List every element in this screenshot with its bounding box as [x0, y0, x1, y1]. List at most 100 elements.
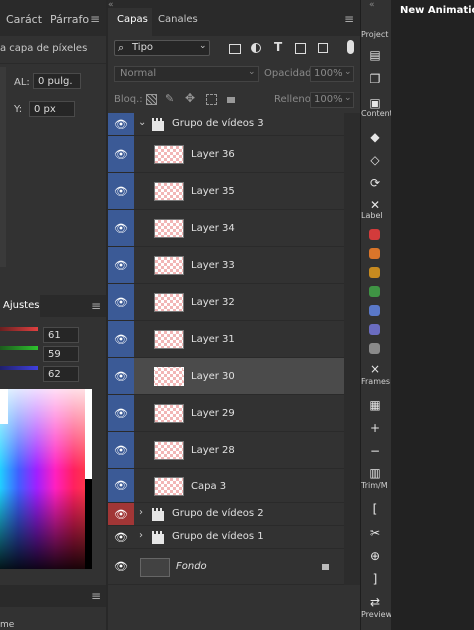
- filter-kind-select[interactable]: ⌕ Tipo ⌄: [114, 40, 210, 56]
- split-icon[interactable]: ⊕: [368, 549, 382, 563]
- chevron-right-icon[interactable]: ›: [139, 507, 143, 518]
- lock-pixels-icon[interactable]: ✎: [165, 92, 174, 105]
- assets-icon[interactable]: ❐: [368, 72, 382, 86]
- filter-type-icon[interactable]: T: [274, 40, 282, 54]
- scissors-icon[interactable]: ✂: [368, 526, 382, 540]
- visibility-eye-icon[interactable]: 👁: [108, 395, 134, 431]
- blue-value[interactable]: 62: [43, 366, 79, 382]
- blend-mode-select[interactable]: Normal ⌄: [114, 66, 259, 82]
- layer-row[interactable]: 👁 Capa 3: [108, 469, 344, 503]
- preview-icon[interactable]: ⇄: [368, 595, 382, 609]
- bottom-menu-icon[interactable]: ≡: [91, 589, 101, 603]
- animation-title: New Animation: [400, 5, 474, 16]
- tab-paragraph[interactable]: Párrafo: [46, 13, 93, 36]
- visibility-eye-icon[interactable]: 👁: [108, 432, 134, 468]
- layer-row[interactable]: 👁 Layer 35: [108, 173, 344, 210]
- layer-group-1[interactable]: 👁 › Grupo de vídeos 1: [108, 526, 344, 549]
- layer-group-2[interactable]: 👁 › Grupo de vídeos 2: [108, 503, 344, 526]
- visibility-eye-icon[interactable]: 👁: [108, 173, 134, 209]
- tab-character[interactable]: Caráct: [0, 13, 46, 36]
- label-color-orange[interactable]: [369, 248, 380, 259]
- trim-icon[interactable]: ▥: [368, 466, 382, 480]
- visibility-eye-icon[interactable]: 👁: [108, 113, 134, 135]
- refresh-icon[interactable]: ⟳: [368, 176, 382, 190]
- visibility-eye-icon[interactable]: 👁: [108, 469, 134, 502]
- layer-name: Layer 31: [191, 334, 235, 345]
- clear-label-icon[interactable]: ×: [368, 362, 382, 376]
- tab-channels[interactable]: Canales: [158, 14, 198, 25]
- visibility-eye-icon[interactable]: 👁: [108, 284, 134, 320]
- lock-all-icon[interactable]: [227, 97, 235, 103]
- visibility-eye-icon[interactable]: 👁: [108, 503, 134, 525]
- layer-row[interactable]: 👁 Layer 32: [108, 284, 344, 321]
- visibility-eye-icon[interactable]: 👁: [108, 358, 134, 394]
- label-color-green[interactable]: [369, 286, 380, 297]
- opacity-input[interactable]: 100% ⌄: [310, 66, 354, 82]
- green-slider[interactable]: [0, 346, 38, 350]
- label-color-violet[interactable]: [369, 324, 380, 335]
- layer-name: Layer 35: [191, 186, 235, 197]
- lock-artboard-icon[interactable]: [206, 94, 217, 105]
- visibility-eye-icon[interactable]: 👁: [108, 136, 134, 172]
- layer-row-selected[interactable]: 👁 Layer 30: [108, 358, 344, 395]
- projects-icon[interactable]: ▤: [368, 48, 382, 62]
- filter-toggle-switch[interactable]: [347, 40, 354, 54]
- lock-transparency-icon[interactable]: [146, 94, 157, 105]
- chevron-right-icon[interactable]: ›: [139, 530, 143, 541]
- layers-menu-icon[interactable]: ≡: [344, 12, 354, 26]
- layer-row[interactable]: 👁 Layer 34: [108, 210, 344, 247]
- layers-scrollbar[interactable]: [344, 113, 360, 585]
- layer-row[interactable]: 👁 Layer 36: [108, 136, 344, 173]
- eraser-icon[interactable]: ◇: [368, 153, 382, 167]
- visibility-eye-icon[interactable]: 👁: [108, 210, 134, 246]
- color-spectrum[interactable]: [0, 389, 92, 569]
- red-slider[interactable]: [0, 327, 38, 331]
- adjustments-tab-bar: Ajustes ≡: [0, 295, 106, 317]
- add-frame-icon[interactable]: +: [368, 421, 382, 435]
- label-color-yellow[interactable]: [369, 267, 380, 278]
- red-value[interactable]: 61: [43, 327, 79, 343]
- bracket-close-icon[interactable]: ]: [368, 572, 382, 586]
- tag-icon[interactable]: ◆: [368, 130, 382, 144]
- filter-pixel-icon[interactable]: [229, 44, 241, 54]
- layer-row[interactable]: 👁 Layer 29: [108, 395, 344, 432]
- layer-row[interactable]: 👁 Layer 33: [108, 247, 344, 284]
- background-layer-row[interactable]: 👁 Fondo: [108, 549, 344, 585]
- tab-layers[interactable]: Capas: [117, 14, 148, 25]
- filter-smart-object-icon[interactable]: [318, 43, 328, 53]
- green-value[interactable]: 59: [43, 346, 79, 362]
- al-input[interactable]: 0 pulg.: [33, 73, 81, 89]
- dock-label-frames: Frames: [361, 377, 391, 386]
- tab-adjustments[interactable]: Ajustes: [3, 300, 39, 311]
- label-color-blue[interactable]: [369, 305, 380, 316]
- content-icon[interactable]: ▣: [368, 96, 382, 110]
- group-name: Grupo de vídeos 2: [172, 508, 264, 519]
- layer-group-3[interactable]: 👁 ⌄ Grupo de vídeos 3: [108, 113, 344, 136]
- frames-icon[interactable]: ▦: [368, 398, 382, 412]
- collapse-arrows-icon[interactable]: «: [369, 0, 375, 10]
- layer-row[interactable]: 👁 Layer 28: [108, 432, 344, 469]
- adjustments-menu-icon[interactable]: ≡: [91, 299, 101, 313]
- delete-frame-icon[interactable]: −: [368, 444, 382, 458]
- visibility-eye-icon[interactable]: 👁: [108, 247, 134, 283]
- layer-thumbnail: [154, 256, 184, 275]
- bracket-open-icon[interactable]: [: [368, 502, 382, 516]
- layer-name: Layer 36: [191, 149, 235, 160]
- y-input[interactable]: 0 px: [29, 101, 75, 117]
- filter-shape-icon[interactable]: [295, 43, 306, 54]
- visibility-eye-icon[interactable]: 👁: [108, 526, 134, 548]
- blue-slider[interactable]: [0, 366, 38, 370]
- fill-input[interactable]: 100% ⌄: [310, 92, 354, 108]
- character-properties-panel: Caráct Párrafo ≡ a capa de píxeles AL: 0…: [0, 0, 106, 630]
- panel-menu-icon[interactable]: ≡: [90, 12, 100, 26]
- label-color-red[interactable]: [369, 229, 380, 240]
- visibility-eye-icon[interactable]: 👁: [108, 321, 134, 357]
- close-x-icon[interactable]: ✕: [368, 198, 382, 212]
- filter-adjustment-icon[interactable]: [251, 43, 261, 53]
- layer-row[interactable]: 👁 Layer 31: [108, 321, 344, 358]
- chevron-down-icon[interactable]: ⌄: [138, 117, 146, 128]
- label-color-gray[interactable]: [369, 343, 380, 354]
- layer-name: Layer 28: [191, 445, 235, 456]
- visibility-eye-icon[interactable]: 👁: [108, 549, 134, 584]
- lock-position-icon[interactable]: ✥: [185, 91, 195, 105]
